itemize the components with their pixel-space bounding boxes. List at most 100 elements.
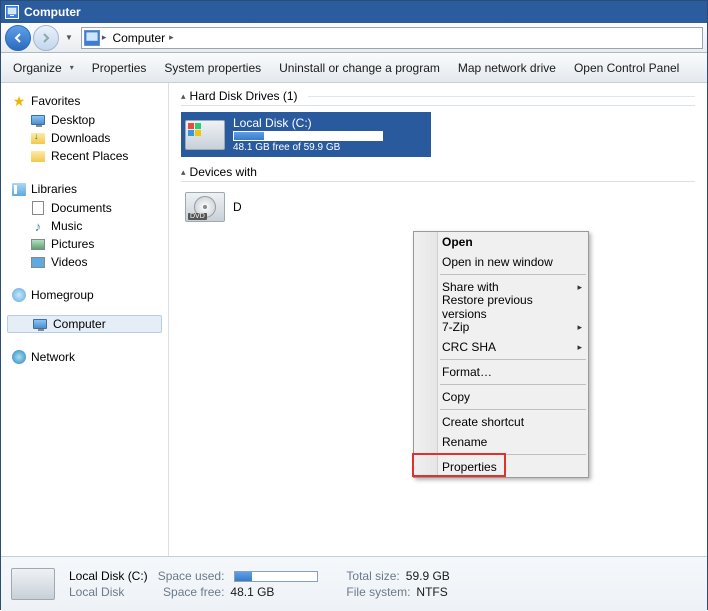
- group-label: Devices with: [190, 165, 257, 179]
- drive-free-text: 48.1 GB free of 59.9 GB: [233, 142, 383, 153]
- drive-local-disk-c[interactable]: Local Disk (C:) 48.1 GB free of 59.9 GB: [181, 112, 431, 157]
- submenu-arrow-icon: ▸: [577, 322, 582, 333]
- menu-item-copy[interactable]: Copy: [414, 387, 588, 407]
- history-dropdown[interactable]: ▼: [65, 33, 73, 42]
- drive-icon: [11, 568, 55, 600]
- menu-item-open-new-window[interactable]: Open in new window: [414, 252, 588, 272]
- open-control-panel-button[interactable]: Open Control Panel: [574, 61, 679, 75]
- menu-item-properties[interactable]: Properties: [414, 457, 588, 477]
- videos-icon: [31, 257, 45, 268]
- sidebar-item-label: Network: [31, 350, 75, 364]
- menu-label: Open: [442, 235, 473, 249]
- downloads-icon: [31, 133, 45, 144]
- sidebar-item-downloads[interactable]: Downloads: [7, 129, 162, 147]
- menu-item-crc-sha[interactable]: CRC SHA ▸: [414, 337, 588, 357]
- sidebar-item-label: Desktop: [51, 113, 95, 127]
- sidebar-item-label: Music: [51, 219, 82, 233]
- star-icon: ★: [11, 93, 27, 109]
- favorites-label: Favorites: [31, 94, 80, 108]
- network-icon: [12, 350, 26, 364]
- menu-label: Create shortcut: [442, 415, 524, 429]
- sidebar-item-music[interactable]: ♪Music: [7, 217, 162, 235]
- sidebar-item-homegroup[interactable]: Homegroup: [7, 285, 162, 305]
- breadcrumb-label: Computer: [112, 31, 165, 45]
- menu-item-format[interactable]: Format…: [414, 362, 588, 382]
- removable-storage-group: ▴ Devices with DVD D: [181, 165, 695, 226]
- properties-button[interactable]: Properties: [92, 61, 147, 75]
- drive-usage-bar: [233, 131, 383, 141]
- menu-separator: [440, 359, 586, 360]
- sidebar-item-label: Documents: [51, 201, 112, 215]
- menu-item-7zip[interactable]: 7-Zip ▸: [414, 317, 588, 337]
- group-header-hdd[interactable]: ▴Hard Disk Drives (1): [181, 89, 695, 106]
- drive-name: Local Disk (C:): [233, 116, 383, 130]
- menu-label: Rename: [442, 435, 487, 449]
- menu-separator: [440, 454, 586, 455]
- sidebar-item-recent-places[interactable]: Recent Places: [7, 147, 162, 165]
- homegroup-icon: [12, 288, 26, 302]
- sidebar-item-network[interactable]: Network: [7, 347, 162, 367]
- desktop-icon: [31, 115, 45, 125]
- menu-separator: [440, 409, 586, 410]
- space-free-label: Space free:: [163, 585, 224, 599]
- submenu-arrow-icon: ▸: [577, 282, 582, 293]
- command-bar: Organize Properties System properties Un…: [1, 53, 707, 83]
- favorites-header[interactable]: ★ Favorites: [7, 91, 162, 111]
- back-button[interactable]: [5, 25, 31, 51]
- menu-item-open[interactable]: Open: [414, 232, 588, 252]
- file-system-value: NTFS: [416, 585, 447, 599]
- chevron-right-icon[interactable]: ▸: [169, 32, 174, 43]
- sidebar-item-label: Pictures: [51, 237, 94, 251]
- group-header-removable[interactable]: ▴ Devices with: [181, 165, 695, 182]
- details-pane: Local Disk (C:) Space used: Local Disk S…: [1, 556, 707, 611]
- organize-menu[interactable]: Organize: [13, 61, 74, 75]
- total-size-label: Total size:: [346, 569, 399, 583]
- navigation-pane: ★ Favorites Desktop Downloads Recent Plac…: [1, 83, 169, 556]
- menu-label: Format…: [442, 365, 492, 379]
- forward-button[interactable]: [33, 25, 59, 51]
- menu-separator: [440, 274, 586, 275]
- menu-item-create-shortcut[interactable]: Create shortcut: [414, 412, 588, 432]
- context-menu: Open Open in new window Share with▸ Rest…: [413, 231, 589, 478]
- hard-disk-drives-group: ▴Hard Disk Drives (1) Local Disk (C:) 48…: [181, 89, 695, 157]
- content-pane: ▴Hard Disk Drives (1) Local Disk (C:) 48…: [169, 83, 707, 556]
- uninstall-program-button[interactable]: Uninstall or change a program: [279, 61, 440, 75]
- sidebar-item-label: Recent Places: [51, 149, 128, 163]
- computer-icon: [84, 30, 100, 46]
- collapse-icon: ▴: [181, 167, 186, 178]
- menu-label: Properties: [442, 460, 497, 474]
- libraries-icon: [12, 183, 26, 196]
- submenu-arrow-icon: ▸: [577, 342, 582, 353]
- sidebar-item-label: Computer: [53, 317, 106, 331]
- documents-icon: [32, 201, 44, 215]
- title-bar: Computer: [1, 1, 707, 23]
- menu-label: CRC SHA: [442, 340, 496, 354]
- sidebar-item-documents[interactable]: Documents: [7, 199, 162, 217]
- menu-label: Open in new window: [442, 255, 553, 269]
- menu-item-restore-previous[interactable]: Restore previous versions: [414, 297, 588, 317]
- sidebar-item-label: Downloads: [51, 131, 110, 145]
- sidebar-item-desktop[interactable]: Desktop: [7, 111, 162, 129]
- sidebar-item-computer[interactable]: Computer: [7, 315, 162, 333]
- space-free-value: 48.1 GB: [230, 585, 274, 599]
- map-network-drive-button[interactable]: Map network drive: [458, 61, 556, 75]
- menu-label: 7-Zip: [442, 320, 469, 334]
- organize-label: Organize: [13, 61, 62, 75]
- computer-icon: [5, 5, 19, 19]
- pictures-icon: [31, 239, 45, 250]
- recent-places-icon: [31, 151, 45, 162]
- menu-item-rename[interactable]: Rename: [414, 432, 588, 452]
- breadcrumb-segment[interactable]: Computer ▸: [106, 31, 180, 45]
- drive-dvd-d[interactable]: DVD D: [181, 188, 431, 226]
- system-properties-button[interactable]: System properties: [164, 61, 261, 75]
- computer-icon: [33, 319, 47, 329]
- address-bar[interactable]: ▸ Computer ▸: [81, 27, 703, 49]
- libraries-header[interactable]: Libraries: [7, 179, 162, 199]
- sidebar-item-pictures[interactable]: Pictures: [7, 235, 162, 253]
- libraries-label: Libraries: [31, 182, 77, 196]
- collapse-icon: ▴: [181, 91, 186, 102]
- file-system-label: File system:: [346, 585, 410, 599]
- nav-bar: ▼ ▸ Computer ▸: [1, 23, 707, 53]
- main-area: ★ Favorites Desktop Downloads Recent Plac…: [1, 83, 707, 556]
- sidebar-item-videos[interactable]: Videos: [7, 253, 162, 271]
